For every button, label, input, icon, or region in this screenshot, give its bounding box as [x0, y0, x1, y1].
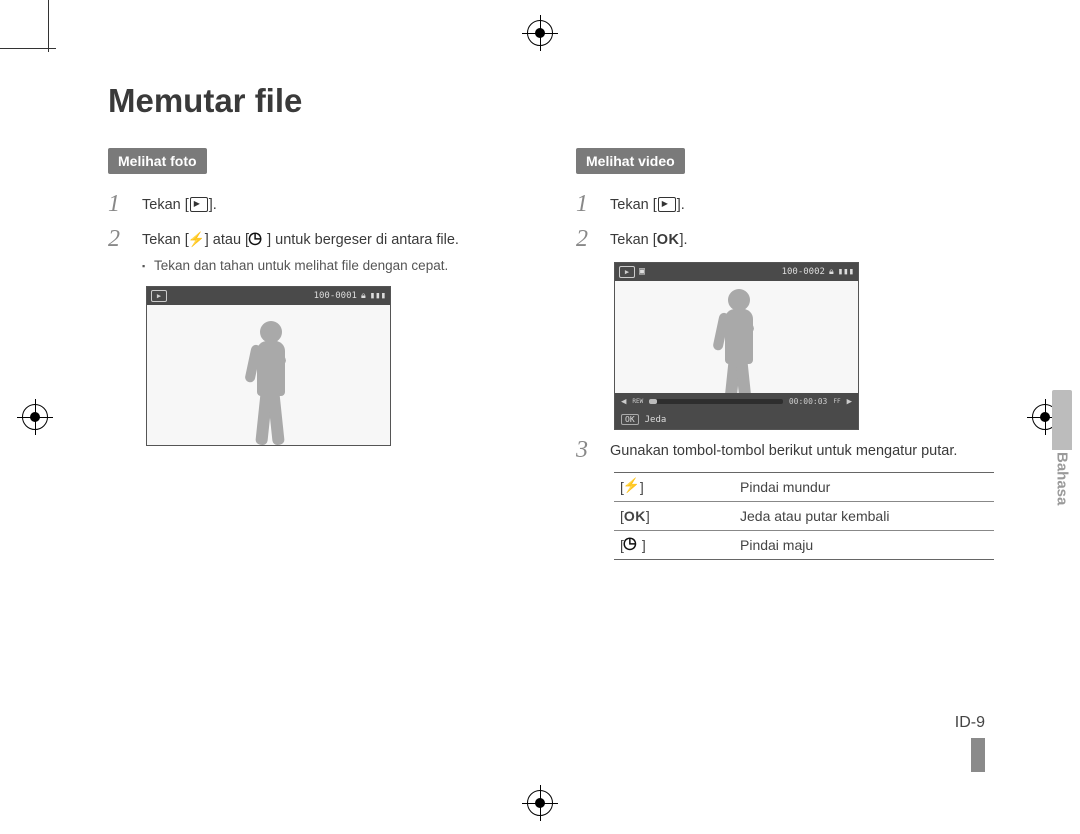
progress-bar — [649, 399, 783, 404]
step-number: 2 — [108, 227, 128, 276]
playback-icon — [658, 197, 676, 212]
rewind-icon: ◀ — [621, 397, 626, 407]
registration-mark-top — [527, 20, 553, 46]
step-text: ] untuk bergeser di antara file. — [267, 232, 459, 248]
sample-video-silhouette — [702, 283, 772, 393]
crop-mark — [48, 0, 49, 52]
control-desc: Jeda atau putar kembali — [734, 502, 994, 531]
protect-icon: 🔒︎ — [361, 291, 366, 301]
video-step-3: 3 Gunakan tombol-tombol berikut untuk me… — [576, 438, 996, 463]
step-text: Tekan [ — [142, 232, 189, 248]
control-key: [] — [614, 531, 734, 560]
language-tab: Bahasa — [1050, 390, 1074, 530]
registration-mark-bottom — [527, 790, 553, 816]
photo-step-2: 2 Tekan [ ] atau [ ] untuk bergeser di ant… — [108, 227, 528, 276]
flash-icon — [625, 480, 639, 495]
crop-mark — [0, 48, 56, 49]
page-footer: ID-9 — [905, 714, 985, 772]
control-key: [] — [614, 473, 734, 502]
timer-icon — [625, 538, 641, 553]
step-number: 3 — [576, 438, 596, 463]
page-number: ID-9 — [905, 714, 985, 732]
photo-step-1: 1 Tekan []. — [108, 192, 528, 217]
control-key: [OK] — [614, 502, 734, 531]
elapsed-time: 00:00:03 — [789, 397, 828, 406]
flash-icon — [190, 232, 204, 247]
control-desc: Pindai maju — [734, 531, 994, 560]
video-mode-icon: ▣ — [639, 266, 645, 277]
file-counter: 100-0002 — [782, 267, 825, 277]
section-heading-photo: Melihat foto — [108, 148, 207, 174]
step-text: ]. — [677, 197, 685, 213]
playback-mode-icon — [151, 290, 167, 302]
ok-label: OK — [657, 232, 680, 248]
rewind-label: REW — [632, 399, 643, 404]
step-text: Gunakan tombol-tombol berikut untuk meng… — [610, 438, 957, 463]
step-number: 1 — [576, 192, 596, 217]
step-number: 2 — [576, 227, 596, 252]
playback-controls-table: [] Pindai mundur [OK] Jeda atau putar ke… — [614, 472, 994, 560]
battery-icon: ▮▮▮ — [838, 267, 854, 277]
playback-icon — [190, 197, 208, 212]
control-desc: Pindai mundur — [734, 473, 994, 502]
step-text: Tekan [ — [610, 197, 657, 213]
step-note: Tekan dan tahan untuk melihat file denga… — [142, 256, 459, 276]
table-row: [OK] Jeda atau putar kembali — [614, 502, 994, 531]
video-step-2: 2 Tekan [OK]. — [576, 227, 996, 252]
page-title: Memutar file — [108, 82, 1003, 120]
ff-label: FF — [833, 399, 840, 404]
section-viewing-video: Melihat video 1 Tekan []. 2 Tekan [OK]. … — [576, 148, 996, 560]
section-viewing-photos: Melihat foto 1 Tekan []. 2 Tekan [ ] atau… — [108, 148, 528, 560]
language-label: Bahasa — [1054, 450, 1071, 505]
sample-image-silhouette — [234, 315, 304, 445]
file-counter: 100-0001 — [314, 291, 357, 301]
section-heading-video: Melihat video — [576, 148, 685, 174]
step-text: ]. — [209, 197, 217, 213]
timer-icon — [250, 232, 266, 247]
video-playback-screenshot: ▣ 100-0002 🔒︎ ▮▮▮ ◀ REW — [614, 262, 859, 430]
pause-hint: Jeda — [645, 415, 667, 425]
battery-icon: ▮▮▮ — [370, 291, 386, 301]
footer-accent-bar — [971, 738, 985, 772]
photo-playback-screenshot: 100-0001 🔒︎ ▮▮▮ — [146, 286, 391, 446]
registration-mark-left — [22, 404, 48, 430]
step-text: ]. — [680, 232, 688, 248]
protect-icon: 🔒︎ — [829, 267, 834, 277]
ok-button-hint: OK — [621, 414, 639, 425]
step-text: Tekan [ — [142, 197, 189, 213]
ok-label: OK — [624, 508, 646, 524]
table-row: [] Pindai maju — [614, 531, 994, 560]
step-number: 1 — [108, 192, 128, 217]
forward-icon: ▶ — [847, 397, 852, 407]
video-step-1: 1 Tekan []. — [576, 192, 996, 217]
playback-mode-icon — [619, 266, 635, 278]
step-text: ] atau [ — [205, 232, 249, 248]
step-text: Tekan [ — [610, 232, 657, 248]
table-row: [] Pindai mundur — [614, 473, 994, 502]
